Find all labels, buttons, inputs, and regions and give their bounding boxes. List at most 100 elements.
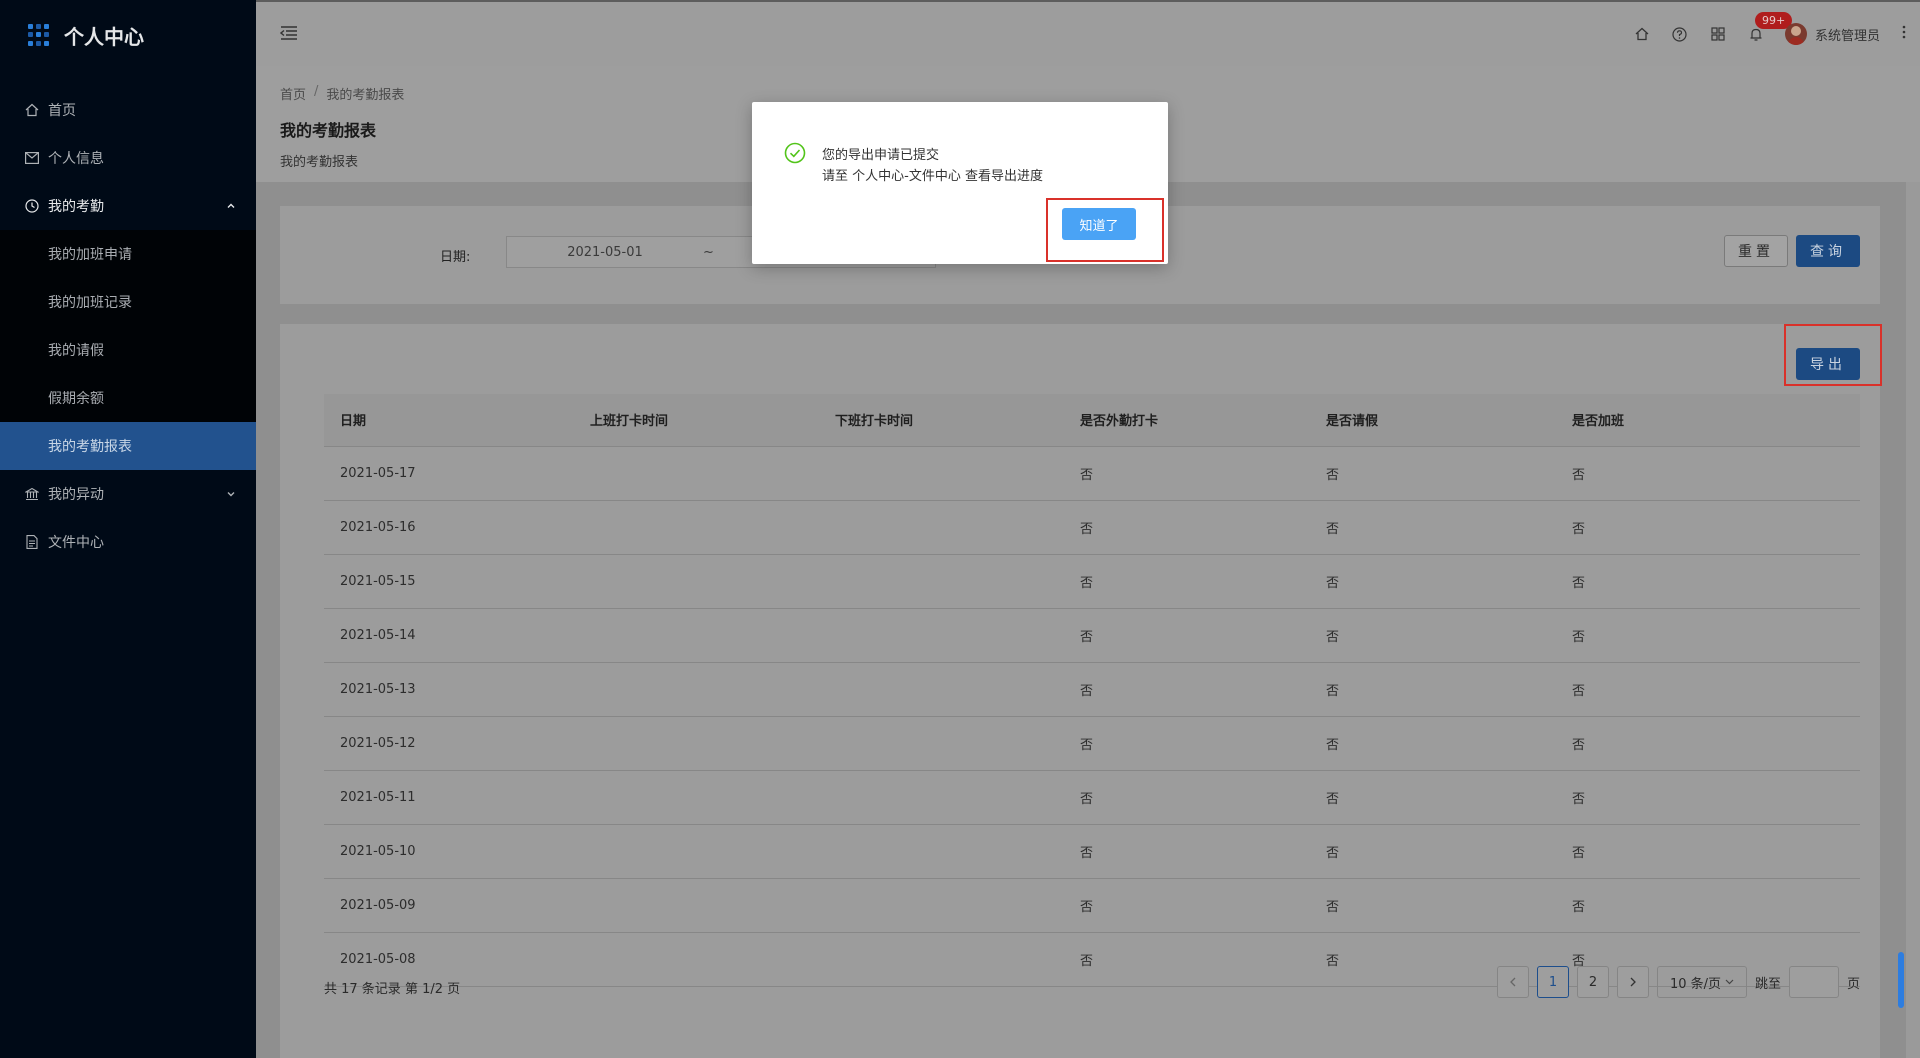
sidebar-item-label: 文件中心 [48,535,104,551]
sidebar-item-changes[interactable]: 我的异动 [0,470,256,518]
sidebar-item-attendance-report[interactable]: 我的考勤报表 [0,422,256,470]
page-size-select[interactable]: 10 条/页 [1656,966,1747,998]
range-separator: ~ [703,244,714,260]
table-cell: 否 [1556,446,1860,501]
bell-icon[interactable]: 99+ [1737,2,1793,66]
avatar [1784,23,1807,45]
menu-fold-icon[interactable] [279,26,298,44]
table-cell [574,716,819,771]
breadcrumb-home[interactable]: 首页 [280,84,306,103]
dialog-message-title: 您的导出申请已提交 [822,148,940,163]
column-header-leave[interactable]: 是否请假 [1310,394,1556,447]
table-cell [574,662,819,717]
table-cell [819,824,1064,879]
table-body: 2021-05-17 否否否 2021-05-16 否否否 2021-05-15 否否否 2… [324,446,1860,987]
breadcrumb-separator: / [314,84,319,99]
table-cell: 2021-05-13 [324,662,574,717]
table-cell: 否 [1310,554,1556,609]
user-menu[interactable]: 系统管理员 [1784,23,1880,45]
page-1-button[interactable]: 1 [1536,966,1569,998]
table-cell [819,932,1064,987]
table-cell: 否 [1064,878,1310,933]
table-cell: 否 [1064,554,1310,609]
sidebar-item-label: 我的异动 [48,487,104,503]
table-cell: 否 [1556,824,1860,879]
jump-page-input[interactable] [1788,966,1839,998]
sidebar-item-attendance[interactable]: 我的考勤 [0,182,256,230]
scrollbar-thumb[interactable] [1898,952,1904,1008]
table-cell: 2021-05-14 [324,608,574,663]
table-row: 2021-05-17 否否否 [324,446,1860,501]
table-cell [574,770,819,825]
appstore-icon[interactable] [1699,2,1737,66]
table-cell: 否 [1064,770,1310,825]
table-cell: 否 [1064,932,1310,987]
sidebar-item-leave-balance[interactable]: 假期余额 [0,374,256,422]
table-cell [819,608,1064,663]
dialog-message-detail: 请至 个人中心-文件中心 查看导出进度 [822,169,1043,184]
bank-icon [24,486,40,502]
app-logo[interactable]: 个人中心 [0,0,256,70]
table-cell: 否 [1556,770,1860,825]
column-header-overtime[interactable]: 是否加班 [1556,394,1860,447]
reset-button[interactable]: 重置 [1724,235,1788,267]
check-circle-icon [784,142,806,168]
export-highlight-box [1784,324,1882,386]
table-cell: 2021-05-17 [324,446,574,501]
table-cell [819,446,1064,501]
table-cell [574,500,819,555]
top-header: 99+ 系统管理员 [256,0,1920,66]
table-cell: 否 [1310,770,1556,825]
table-cell [819,716,1064,771]
table-cell [574,608,819,663]
next-page-button[interactable] [1616,966,1649,998]
table-cell: 否 [1064,446,1310,501]
table-row: 2021-05-15 否否否 [324,554,1860,609]
column-header-checkin[interactable]: 上班打卡时间 [574,394,819,447]
table-row: 2021-05-14 否否否 [324,608,1860,663]
header-actions: 99+ 系统管理员 [1623,2,1920,66]
sidebar-item-leave[interactable]: 我的请假 [0,326,256,374]
table-card: 导出 日期 上班打卡时间 下班打卡时间 是否外勤打卡 是否请假 是否加班 202… [280,324,1882,1058]
table-cell: 否 [1556,878,1860,933]
sidebar-item-home[interactable]: 首页 [0,86,256,134]
jump-label: 跳至 [1754,976,1781,992]
table-cell: 否 [1310,716,1556,771]
home-icon [24,102,40,118]
prev-page-button[interactable] [1496,966,1529,998]
sidebar-item-overtime-apply[interactable]: 我的加班申请 [0,230,256,278]
page-2-button[interactable]: 2 [1576,966,1609,998]
table-cell: 2021-05-15 [324,554,574,609]
table-row: 2021-05-13 否否否 [324,662,1860,717]
app-title: 个人中心 [64,24,144,49]
table-cell [819,662,1064,717]
chevron-down-icon [1725,979,1734,985]
table-cell [819,878,1064,933]
sidebar-item-overtime-records[interactable]: 我的加班记录 [0,278,256,326]
table-header-row: 日期 上班打卡时间 下班打卡时间 是否外勤打卡 是否请假 是否加班 [324,394,1860,447]
table-cell: 否 [1556,554,1860,609]
start-date[interactable]: 2021-05-01 [507,245,703,260]
column-header-checkout[interactable]: 下班打卡时间 [819,394,1064,447]
table-cell: 否 [1310,824,1556,879]
sidebar-item-profile[interactable]: 个人信息 [0,134,256,182]
table-cell [574,932,819,987]
query-button[interactable]: 查询 [1796,235,1860,267]
table-row: 2021-05-12 否否否 [324,716,1860,771]
table-cell [574,554,819,609]
home-icon[interactable] [1623,2,1661,66]
column-header-field-checkin[interactable]: 是否外勤打卡 [1064,394,1310,447]
column-header-date[interactable]: 日期 [324,394,574,447]
attendance-table: 日期 上班打卡时间 下班打卡时间 是否外勤打卡 是否请假 是否加班 2021-0… [324,394,1860,987]
more-vertical-icon[interactable] [1902,25,1906,43]
table-cell: 否 [1310,878,1556,933]
table-row: 2021-05-11 否否否 [324,770,1860,825]
table-cell: 否 [1556,500,1860,555]
table-cell: 否 [1556,662,1860,717]
chevron-right-icon [1630,977,1636,987]
table-row: 2021-05-16 否否否 [324,500,1860,555]
export-success-dialog: 您的导出申请已提交 请至 个人中心-文件中心 查看导出进度 知道了 [752,102,1168,264]
sidebar: 个人中心 首页 个人信息 我的考勤 我的加班申请 我的加班记录 我的请假 假期余… [0,0,256,1058]
sidebar-item-files[interactable]: 文件中心 [0,518,256,566]
help-icon[interactable] [1661,2,1699,66]
